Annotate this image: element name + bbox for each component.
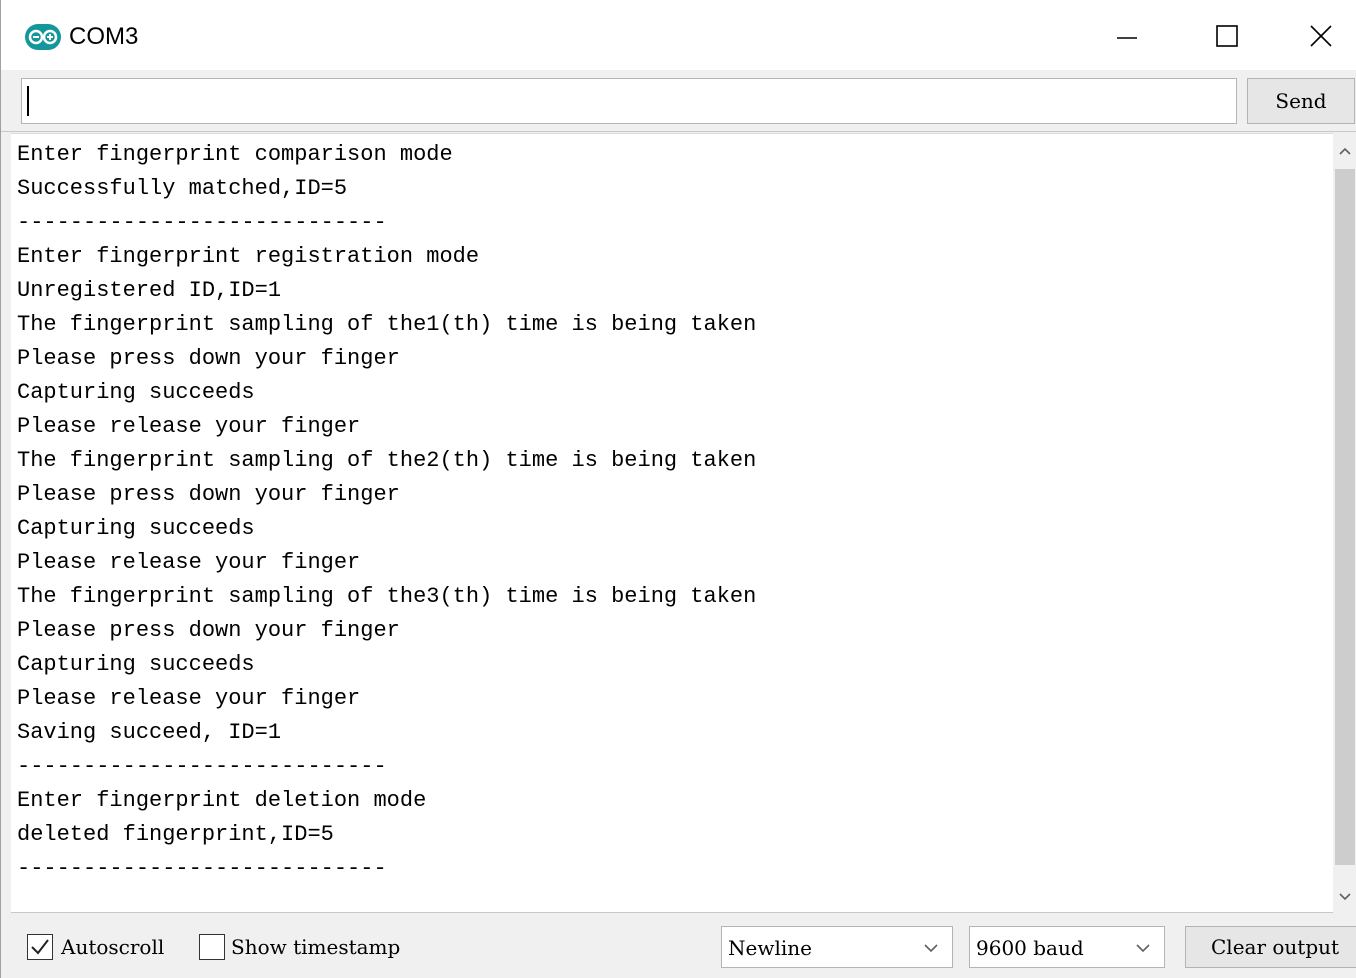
vertical-scrollbar[interactable] <box>1333 133 1356 913</box>
output-line: Capturing succeeds <box>17 652 255 677</box>
output-line: Capturing succeeds <box>17 516 255 541</box>
minimize-icon <box>1117 37 1137 39</box>
chevron-down-icon <box>1339 893 1351 901</box>
autoscroll-checkbox[interactable] <box>27 934 53 960</box>
checkmark-icon <box>31 939 49 955</box>
line-ending-select[interactable]: Newline <box>721 926 953 968</box>
window-title: COM3 <box>69 23 139 50</box>
output-line: Enter fingerprint deletion mode <box>17 788 427 813</box>
output-line: The fingerprint sampling of the1(th) tim… <box>17 312 757 337</box>
output-line: Enter fingerprint registration mode <box>17 244 480 269</box>
show-timestamp-label: Show timestamp <box>231 935 401 959</box>
chevron-down-icon <box>1136 944 1150 953</box>
output-line: Please press down your finger <box>17 618 400 643</box>
send-row: Send <box>1 70 1356 132</box>
output-line: ---------------------------- <box>17 210 387 235</box>
output-line: ---------------------------- <box>17 856 387 881</box>
output-line: Enter fingerprint comparison mode <box>17 142 453 167</box>
scroll-up-button[interactable] <box>1333 139 1356 163</box>
chevron-down-icon <box>924 944 938 953</box>
send-button[interactable]: Send <box>1247 78 1355 124</box>
close-button[interactable] <box>1291 10 1351 62</box>
footer-bar: Autoscroll Show timestamp Newline 9600 b… <box>1 914 1356 978</box>
arduino-logo-icon <box>25 24 61 50</box>
baud-rate-select[interactable]: 9600 baud <box>969 926 1165 968</box>
output-line: Saving succeed, ID=1 <box>17 720 282 745</box>
output-line: Successfully matched,ID=5 <box>17 176 348 201</box>
output-line: ---------------------------- <box>17 754 387 779</box>
title-bar: COM3 <box>1 0 1356 70</box>
output-line: The fingerprint sampling of the2(th) tim… <box>17 448 757 473</box>
serial-monitor-window: COM3 Send Enter fingerprint comparison m… <box>0 0 1356 978</box>
baud-rate-value: 9600 baud <box>976 936 1084 960</box>
chevron-up-icon <box>1339 147 1351 155</box>
scrollbar-thumb[interactable] <box>1335 169 1355 865</box>
output-line: Unregistered ID,ID=1 <box>17 278 282 303</box>
output-line: Please press down your finger <box>17 346 400 371</box>
minimize-button[interactable] <box>1097 10 1157 62</box>
serial-output[interactable]: Enter fingerprint comparison mode Succes… <box>11 133 1356 913</box>
serial-input[interactable] <box>21 78 1237 124</box>
maximize-button[interactable] <box>1197 10 1257 62</box>
show-timestamp-checkbox[interactable] <box>199 934 225 960</box>
output-line: Please release your finger <box>17 686 361 711</box>
output-line: The fingerprint sampling of the3(th) tim… <box>17 584 757 609</box>
close-icon <box>1310 25 1332 47</box>
maximize-icon <box>1216 25 1238 47</box>
output-line: Please release your finger <box>17 414 361 439</box>
text-caret <box>27 86 29 116</box>
output-line: Please release your finger <box>17 550 361 575</box>
scroll-down-button[interactable] <box>1333 885 1356 909</box>
output-line: Capturing succeeds <box>17 380 255 405</box>
output-line: Please press down your finger <box>17 482 400 507</box>
line-ending-value: Newline <box>728 936 812 960</box>
autoscroll-label: Autoscroll <box>61 935 165 959</box>
clear-output-button[interactable]: Clear output <box>1185 926 1356 968</box>
output-line: deleted fingerprint,ID=5 <box>17 822 334 847</box>
